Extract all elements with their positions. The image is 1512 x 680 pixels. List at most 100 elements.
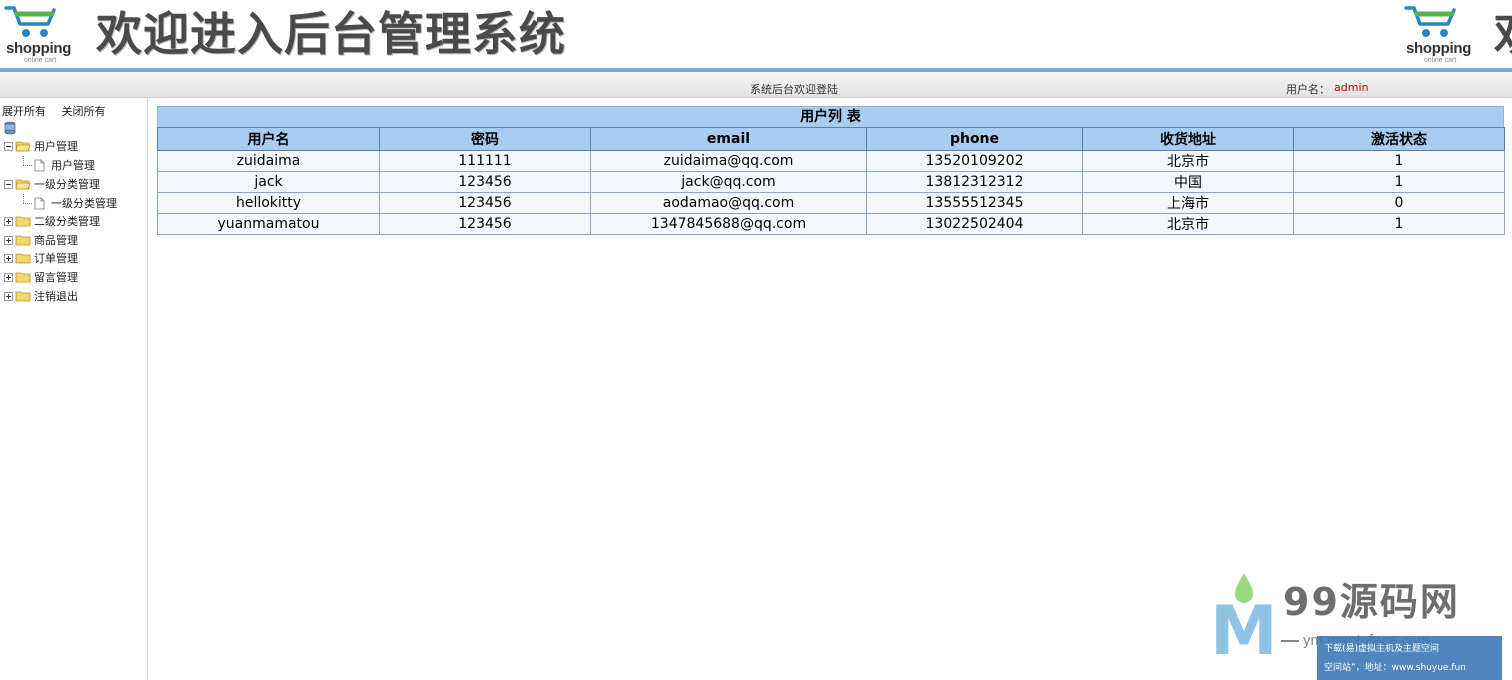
logo-subtitle: online cart [1424, 57, 1457, 64]
expand-toggle-icon[interactable] [4, 291, 13, 301]
tree-leaf-label[interactable]: 用户管理 [51, 157, 95, 173]
corner-notice-line2: 空间站”，地址：www.shuyue.fun [1324, 663, 1466, 673]
cell-status: 1 [1293, 171, 1505, 193]
expand-toggle-icon[interactable] [4, 253, 13, 263]
sidebar-tree: 展开所有 关闭所有 用户管理 用户管理 一级分类管理 一级分类管理 二级分类管理… [0, 98, 148, 680]
cell-email: zuidaima@qq.com [590, 150, 867, 172]
cell-phone: 13022502404 [866, 213, 1083, 235]
folder-icon [15, 291, 31, 302]
cell-address: 北京市 [1082, 213, 1294, 235]
shopping-logo-right: shopping online cart [1402, 2, 1482, 66]
table-header-row: 用户名 密码 email phone 收货地址 激活状态 [157, 127, 1505, 151]
cell-username: hellokitty [157, 192, 380, 214]
collapse-all-link[interactable]: 关闭所有 [62, 105, 106, 118]
tree-leaf-category-level1[interactable]: 一级分类管理 [20, 194, 117, 212]
column-header-password: 密码 [379, 127, 591, 151]
tree-leaf-label[interactable]: 一级分类管理 [51, 195, 117, 211]
watermark-logo-letter: M [1210, 592, 1278, 671]
welcome-text: 系统后台欢迎登陆 [750, 83, 838, 96]
cell-username: yuanmamatou [157, 213, 380, 235]
logo-subtitle: online cart [24, 57, 57, 64]
tree-node-label[interactable]: 订单管理 [34, 250, 78, 266]
shopping-logo: shopping online cart [2, 2, 82, 66]
tree-node-logout[interactable]: 注销退出 [4, 287, 78, 305]
user-list-panel: 用户列 表 用户名 密码 email phone 收货地址 激活状态 zuida… [157, 106, 1505, 235]
tree-node-label[interactable]: 留言管理 [34, 269, 78, 285]
tree-connector [20, 194, 34, 212]
user-table: 用户名 密码 email phone 收货地址 激活状态 zuidaima 11… [157, 127, 1505, 235]
tree-leaf-user-management[interactable]: 用户管理 [20, 156, 95, 174]
shopping-cart-icon [1404, 6, 1456, 37]
table-row: zuidaima 111111 zuidaima@qq.com 13520109… [157, 150, 1505, 172]
tree-node-message-management[interactable]: 留言管理 [4, 268, 78, 286]
tree-connector [20, 156, 34, 174]
tree-node-label[interactable]: 一级分类管理 [34, 176, 100, 192]
cell-address: 中国 [1082, 171, 1294, 193]
tree-node-label[interactable]: 商品管理 [34, 232, 78, 248]
tree-node-label[interactable]: 用户管理 [34, 138, 78, 154]
folder-open-icon [15, 179, 31, 190]
cell-password: 123456 [379, 171, 591, 193]
cell-password: 111111 [379, 150, 591, 172]
tree-node-category-level1[interactable]: 一级分类管理 [4, 175, 100, 193]
logo-word: shopping [6, 40, 72, 57]
column-header-status: 激活状态 [1293, 127, 1505, 151]
username-label: 用户名： [1286, 83, 1330, 96]
cell-status: 1 [1293, 213, 1505, 235]
tree-controls: 展开所有 关闭所有 [2, 103, 118, 119]
table-row: hellokitty 123456 aodamao@qq.com 1355551… [157, 192, 1505, 214]
corner-notice: 下载(易)虚拟主机及主题空间 空间站”，地址：www.shuyue.fun [1317, 636, 1502, 680]
cell-password: 123456 [379, 192, 591, 214]
corner-notice-line1: 下载(易)虚拟主机及主题空间 [1324, 644, 1440, 654]
tree-node-category-level2[interactable]: 二级分类管理 [4, 212, 100, 230]
column-header-username: 用户名 [157, 127, 380, 151]
expand-toggle-icon[interactable] [4, 216, 13, 226]
folder-icon [15, 272, 31, 283]
tree-node-label[interactable]: 二级分类管理 [34, 213, 100, 229]
database-icon [4, 121, 16, 135]
folder-icon [15, 253, 31, 264]
table-caption: 用户列 表 [157, 106, 1504, 127]
expand-toggle-icon[interactable] [4, 235, 13, 245]
expand-toggle-icon[interactable] [4, 272, 13, 282]
logo-word: shopping [1406, 40, 1472, 57]
document-icon [34, 159, 45, 171]
cell-phone: 13812312312 [866, 171, 1083, 193]
status-bar: 系统后台欢迎登陆 用户名： admin [0, 72, 1512, 98]
folder-icon [15, 235, 31, 246]
username-value: admin [1334, 81, 1369, 94]
cell-status: 0 [1293, 192, 1505, 214]
column-header-phone: phone [866, 127, 1083, 151]
cell-email: 1347845688@qq.com [590, 213, 867, 235]
cell-status: 1 [1293, 150, 1505, 172]
column-header-email: email [590, 127, 867, 151]
table-row: yuanmamatou 123456 1347845688@qq.com 130… [157, 213, 1505, 235]
watermark-brand: 99源码网 [1283, 580, 1460, 624]
cell-email: aodamao@qq.com [590, 192, 867, 214]
cell-username: jack [157, 171, 380, 193]
document-icon [34, 197, 45, 209]
tree-node-product-management[interactable]: 商品管理 [4, 231, 78, 249]
tree-node-order-management[interactable]: 订单管理 [4, 249, 78, 267]
folder-open-icon [15, 141, 31, 152]
cell-address: 北京市 [1082, 150, 1294, 172]
folder-icon [15, 216, 31, 227]
cell-phone: 13555512345 [866, 192, 1083, 214]
expand-all-link[interactable]: 展开所有 [2, 105, 46, 118]
cell-address: 上海市 [1082, 192, 1294, 214]
table-row: jack 123456 jack@qq.com 13812312312 中国 1 [157, 171, 1505, 193]
cell-email: jack@qq.com [590, 171, 867, 193]
cell-username: zuidaima [157, 150, 380, 172]
banner-title: 欢迎进入后台管理系统 [96, 7, 566, 61]
cell-phone: 13520109202 [866, 150, 1083, 172]
header-banner: shopping online cart 欢迎进入后台管理系统 shopping… [0, 0, 1512, 68]
tree-node-user-management[interactable]: 用户管理 [4, 137, 78, 155]
cell-password: 123456 [379, 213, 591, 235]
collapse-toggle-icon[interactable] [4, 179, 13, 189]
leaf-drop-icon [1235, 573, 1253, 603]
collapse-toggle-icon[interactable] [4, 141, 13, 151]
banner-title-repeat: 欢 [1494, 4, 1512, 64]
column-header-address: 收货地址 [1082, 127, 1294, 151]
shopping-cart-icon [4, 6, 56, 37]
tree-node-label[interactable]: 注销退出 [34, 288, 78, 304]
